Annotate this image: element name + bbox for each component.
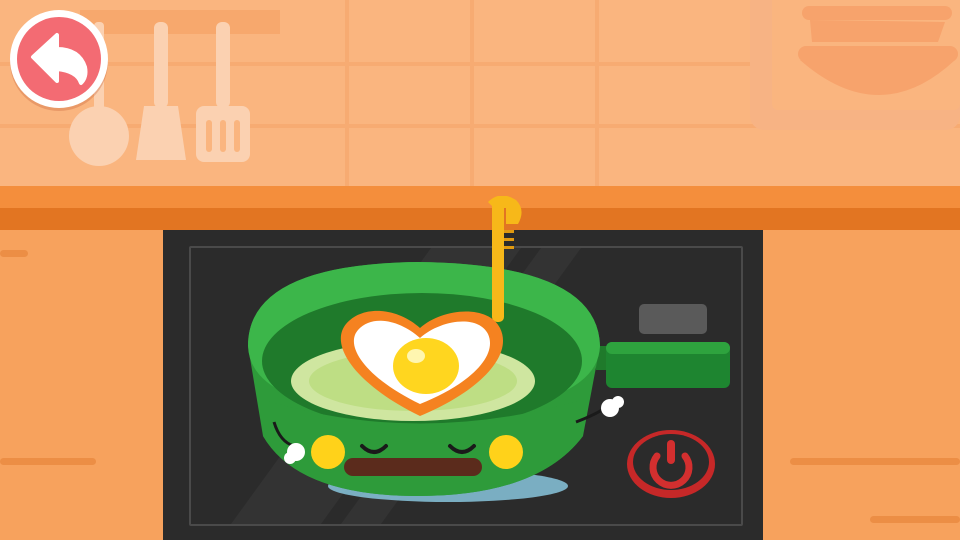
cabinet-line	[790, 458, 960, 465]
pan-handle	[596, 342, 730, 388]
utensil-rail	[80, 10, 280, 34]
slotted-spatula-icon	[196, 22, 250, 162]
cabinet-line	[0, 458, 96, 465]
back-button-face	[17, 17, 101, 101]
dish-rack	[750, 0, 960, 130]
mouth	[344, 458, 482, 476]
cabinet-line	[0, 250, 28, 257]
wall-tile-line	[595, 0, 599, 188]
spatula-icon	[136, 22, 186, 160]
back-button[interactable]	[10, 10, 108, 108]
wall-tile-line	[470, 0, 474, 188]
cabinet-line	[870, 516, 960, 523]
left-cheek	[311, 435, 345, 469]
egg-yolk	[393, 338, 459, 394]
right-cheek	[489, 435, 523, 469]
wall-tile-line	[345, 0, 349, 188]
back-arrow-icon	[31, 33, 88, 85]
frying-pan-character[interactable]	[238, 196, 758, 516]
